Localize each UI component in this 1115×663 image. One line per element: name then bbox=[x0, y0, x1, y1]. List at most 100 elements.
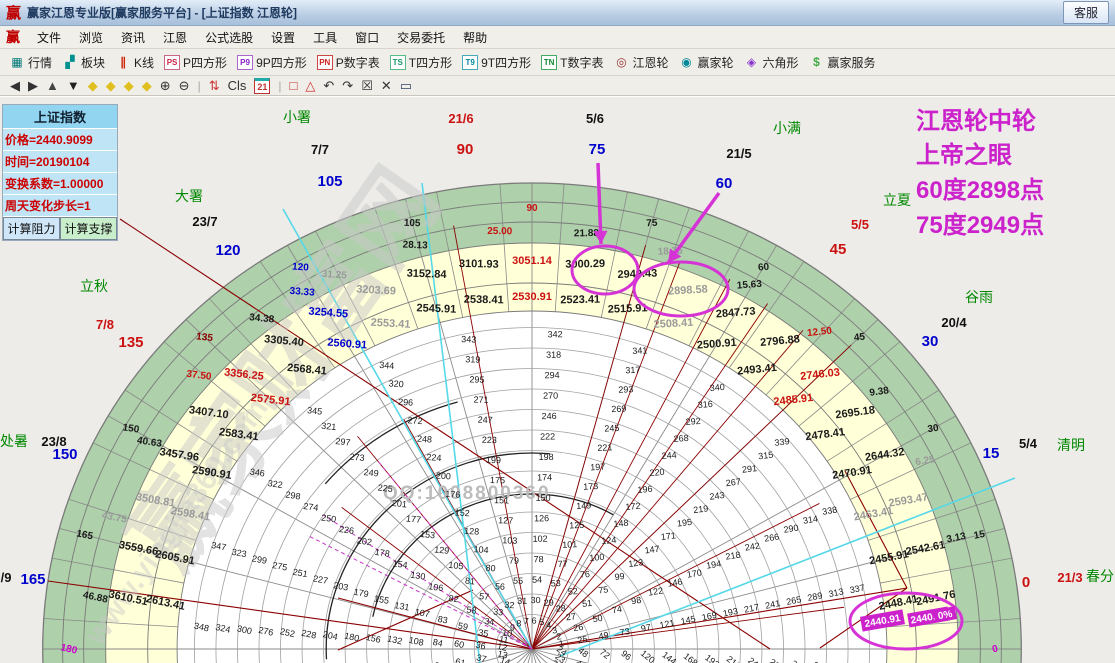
calc-resistance-button[interactable]: 计算阻力 bbox=[3, 217, 60, 240]
svg-text:84: 84 bbox=[432, 637, 444, 649]
svg-text:31.25: 31.25 bbox=[321, 269, 347, 282]
tool-screen-icon[interactable]: ▭ bbox=[400, 77, 412, 95]
tool-time-axis-icon[interactable]: ⇅ bbox=[209, 77, 220, 95]
panel-field-0: 价格=2440.9099 bbox=[3, 129, 117, 151]
tool-draw-square-icon[interactable]: □ bbox=[290, 77, 298, 95]
toolbar-button-9T四方形[interactable]: T99T四方形 bbox=[462, 54, 531, 71]
toolbar-button-K线[interactable]: ∥K线 bbox=[115, 54, 154, 71]
svg-text:244: 244 bbox=[661, 450, 677, 461]
toolbar-button-P四方形[interactable]: PSP四方形 bbox=[164, 54, 227, 71]
customer-service-button[interactable]: 客服 bbox=[1063, 1, 1109, 24]
svg-text:135: 135 bbox=[118, 334, 143, 351]
svg-text:248: 248 bbox=[417, 434, 433, 445]
toolbar-button-江恩轮[interactable]: ◎江恩轮 bbox=[613, 54, 668, 71]
tool-fit-icon[interactable]: ✕ bbox=[381, 77, 392, 95]
toolbar-label: K线 bbox=[134, 54, 154, 71]
tool-rotate-cw-icon[interactable]: ↷ bbox=[342, 77, 353, 95]
panel-field-2: 变换系数=1.00000 bbox=[3, 173, 117, 195]
svg-text:120: 120 bbox=[292, 261, 310, 273]
svg-text:343: 343 bbox=[461, 334, 476, 344]
svg-text:2530.91: 2530.91 bbox=[512, 291, 552, 303]
svg-text:56: 56 bbox=[495, 581, 506, 592]
menu-item-3[interactable]: 江恩 bbox=[154, 28, 196, 48]
tool-back-icon[interactable]: ◀ bbox=[10, 77, 20, 95]
svg-text:21/6: 21/6 bbox=[448, 111, 473, 126]
svg-text:3203.69: 3203.69 bbox=[356, 283, 396, 297]
menu-item-0[interactable]: 文件 bbox=[28, 28, 70, 48]
tool-shift-right-icon[interactable]: ◆ bbox=[106, 77, 116, 95]
toolbar-button-行情[interactable]: ▦行情 bbox=[9, 54, 52, 71]
svg-text:28.13: 28.13 bbox=[402, 240, 428, 252]
menu-item-5[interactable]: 设置 bbox=[262, 28, 304, 48]
tool-calendar-21-icon[interactable]: 21 bbox=[254, 78, 270, 94]
tool-forward-icon[interactable]: ▶ bbox=[28, 77, 38, 95]
toolbar-button-赢家轮[interactable]: ◉赢家轮 bbox=[678, 54, 733, 71]
T数字表-icon: TN bbox=[541, 55, 557, 70]
toolbar-label: 9T四方形 bbox=[481, 54, 531, 71]
toolbar-button-P数字表[interactable]: PNP数字表 bbox=[317, 54, 380, 71]
tool-shift-up-icon[interactable]: ◆ bbox=[124, 77, 134, 95]
tool-clear-icon[interactable]: Cls bbox=[228, 77, 247, 95]
tool-shift-left-icon[interactable]: ◆ bbox=[88, 77, 98, 95]
tool-rotate-up-icon[interactable]: ▲ bbox=[46, 77, 59, 95]
menu-item-6[interactable]: 工具 bbox=[304, 28, 346, 48]
svg-text:223: 223 bbox=[482, 435, 497, 445]
menu-item-4[interactable]: 公式选股 bbox=[196, 28, 262, 48]
svg-text:178: 178 bbox=[374, 547, 390, 559]
svg-text:23/7: 23/7 bbox=[192, 214, 217, 229]
tool-delete-box-icon[interactable]: ☒ bbox=[361, 77, 373, 95]
tool-rotate-down-icon[interactable]: ▼ bbox=[67, 77, 80, 95]
toolbar-label: 赢家服务 bbox=[828, 54, 876, 71]
toolbar-button-赢家服务[interactable]: $赢家服务 bbox=[809, 54, 876, 71]
svg-text:45: 45 bbox=[853, 332, 866, 344]
svg-text:222: 222 bbox=[540, 431, 555, 441]
svg-text:28: 28 bbox=[555, 603, 566, 614]
toolbar-separator: | bbox=[198, 79, 201, 93]
svg-text:7/8: 7/8 bbox=[96, 317, 114, 332]
svg-text:2545.91: 2545.91 bbox=[416, 302, 456, 315]
svg-text:105: 105 bbox=[404, 218, 422, 230]
svg-text:315: 315 bbox=[758, 450, 774, 462]
toolbar-button-9P四方形[interactable]: P99P四方形 bbox=[237, 54, 307, 71]
calc-support-button[interactable]: 计算支撑 bbox=[60, 217, 117, 240]
svg-text:4: 4 bbox=[546, 620, 552, 630]
svg-text:23/8: 23/8 bbox=[41, 434, 66, 449]
tool-shift-down-icon[interactable]: ◆ bbox=[142, 77, 152, 95]
menu-bar: 赢 文件浏览资讯江恩公式选股设置工具窗口交易委托帮助 bbox=[0, 26, 1115, 49]
svg-text:小署: 小署 bbox=[283, 109, 311, 125]
toolbar-button-板块[interactable]: ▞板块 bbox=[62, 54, 105, 71]
svg-text:59: 59 bbox=[457, 621, 469, 633]
svg-text:165: 165 bbox=[20, 571, 45, 588]
tool-zoom-out-icon[interactable]: ⊖ bbox=[179, 77, 190, 95]
svg-text:74: 74 bbox=[611, 604, 622, 615]
toolbar-button-六角形[interactable]: ◈六角形 bbox=[744, 54, 799, 71]
svg-text:2898.58: 2898.58 bbox=[668, 283, 708, 297]
toolbar-button-T数字表[interactable]: TNT数字表 bbox=[541, 54, 603, 71]
svg-text:79: 79 bbox=[509, 556, 519, 566]
tool-zoom-in-icon[interactable]: ⊕ bbox=[160, 77, 171, 95]
tool-draw-triangle-icon[interactable]: △ bbox=[305, 77, 315, 95]
svg-text:340: 340 bbox=[709, 382, 725, 393]
svg-text:80: 80 bbox=[485, 563, 496, 574]
tool-rotate-ccw-icon[interactable]: ↶ bbox=[323, 77, 334, 95]
svg-text:243: 243 bbox=[709, 490, 725, 502]
menu-item-9[interactable]: 帮助 bbox=[454, 28, 496, 48]
menu-item-7[interactable]: 窗口 bbox=[346, 28, 388, 48]
svg-text:147: 147 bbox=[644, 544, 660, 556]
svg-text:135: 135 bbox=[196, 331, 214, 344]
menu-item-2[interactable]: 资讯 bbox=[112, 28, 154, 48]
main-toolbar: ▦行情 ▞板块 ∥K线 PSP四方形 P99P四方形 PNP数字表 TST四方形 T99T四方… bbox=[0, 49, 1115, 76]
quote-panel: 上证指数 价格=2440.9099时间=20190104变换系数=1.00000… bbox=[2, 104, 118, 241]
menu-item-1[interactable]: 浏览 bbox=[70, 28, 112, 48]
svg-text:127: 127 bbox=[498, 515, 513, 525]
svg-text:21/5: 21/5 bbox=[726, 146, 751, 161]
toolbar-button-T四方形[interactable]: TST四方形 bbox=[390, 54, 452, 71]
panel-field-3: 周天变化步长=1 bbox=[3, 195, 117, 217]
svg-text:75: 75 bbox=[589, 141, 606, 158]
instrument-name: 上证指数 bbox=[3, 105, 117, 129]
svg-text:317: 317 bbox=[625, 365, 640, 376]
svg-text:5/5: 5/5 bbox=[851, 217, 869, 232]
svg-text:90: 90 bbox=[526, 203, 538, 214]
menu-item-8[interactable]: 交易委托 bbox=[388, 28, 454, 48]
svg-text:150: 150 bbox=[536, 493, 551, 503]
